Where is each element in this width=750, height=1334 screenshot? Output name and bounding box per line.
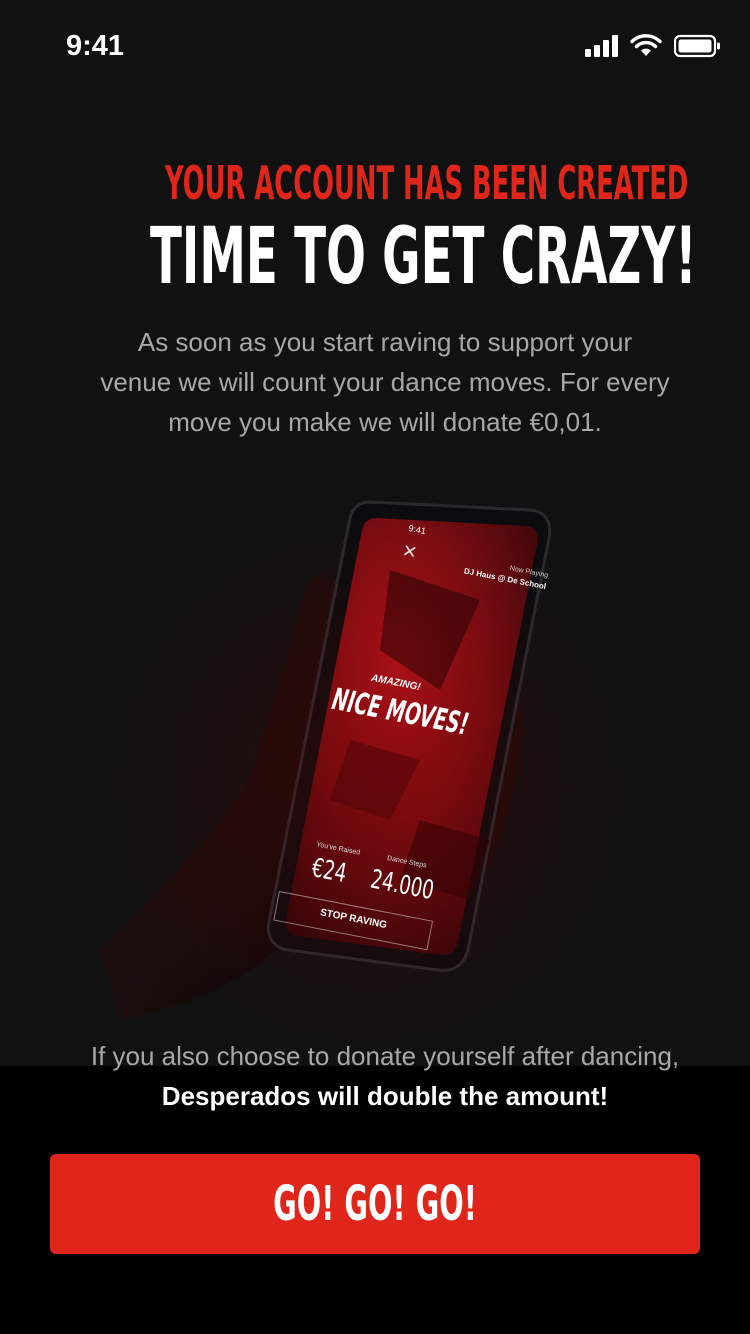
donate-text-plain: If you also choose to donate yourself af… bbox=[90, 1041, 680, 1071]
account-created-eyebrow: YOUR ACCOUNT HAS BEEN CREATED bbox=[165, 156, 689, 210]
signal-icon bbox=[585, 34, 621, 63]
battery-icon bbox=[673, 34, 722, 63]
page-title: TIME TO GET CRAZY! bbox=[149, 212, 697, 302]
preview-stop-label: STOP RAVING bbox=[319, 907, 388, 932]
preview-nice-moves-label: NICE MOVES! bbox=[329, 681, 472, 743]
intro-text: As soon as you start raving to support y… bbox=[100, 327, 670, 437]
go-button-label: GO! GO! GO! bbox=[273, 1176, 477, 1232]
preview-raised-value: €24 bbox=[309, 853, 349, 890]
phone-illustration: 9:41 ✕ Now Playing DJ Haus @ De School A… bbox=[60, 480, 620, 1040]
preview-steps-value: 24.000 bbox=[368, 864, 437, 907]
go-button[interactable]: GO! GO! GO! bbox=[50, 1154, 700, 1254]
status-time: 9:41 bbox=[66, 30, 125, 62]
donate-text-highlight: Desperados will double the amount! bbox=[161, 1081, 609, 1111]
wifi-icon bbox=[630, 34, 662, 63]
preview-close-icon: ✕ bbox=[400, 540, 419, 563]
status-bar: 9:41 bbox=[0, 0, 750, 90]
preview-time: 9:41 bbox=[407, 523, 427, 537]
donate-info-text: If you also choose to donate yourself af… bbox=[60, 1036, 710, 1116]
